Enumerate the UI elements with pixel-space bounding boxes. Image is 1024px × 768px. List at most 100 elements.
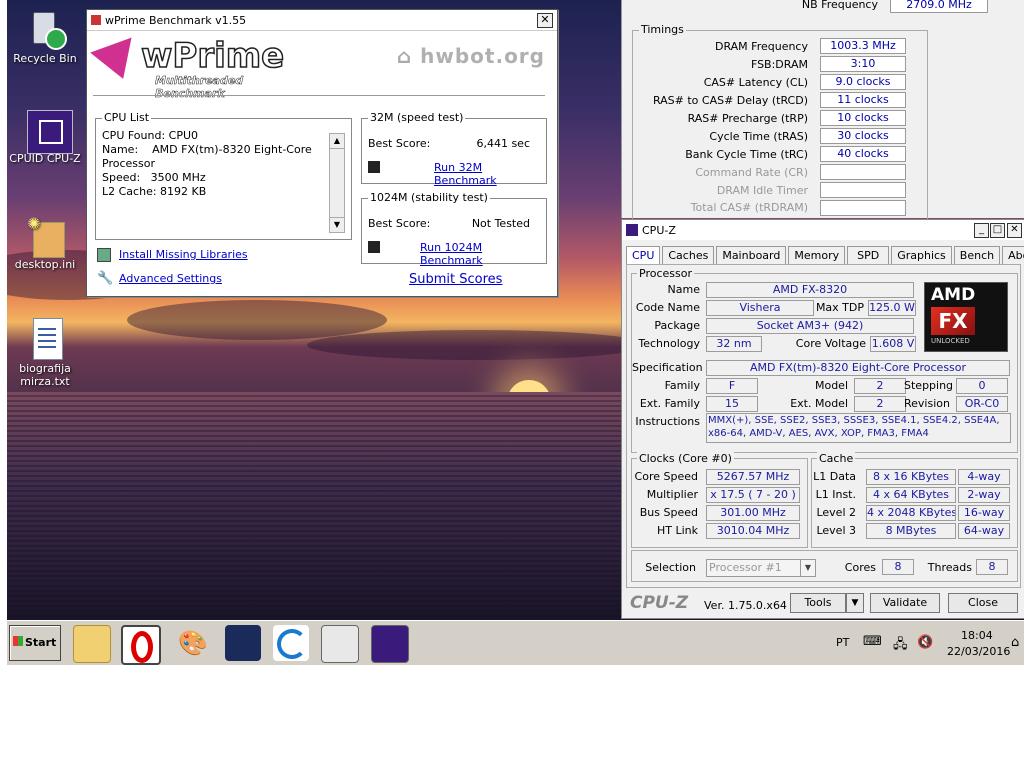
wprime-taskbar-icon[interactable] xyxy=(321,625,359,663)
revision-field: OR-C0 xyxy=(956,396,1008,412)
validate-button-label: Validate xyxy=(882,596,928,609)
name-label: Name xyxy=(667,283,700,296)
timing-label: RAS# to CAS# Delay (tRCD) xyxy=(652,94,808,107)
tab-memory[interactable]: Memory xyxy=(788,246,846,264)
threads-label: Threads xyxy=(927,561,972,574)
minimize-icon[interactable]: _ xyxy=(974,223,989,238)
equalizer-icon[interactable] xyxy=(225,625,261,661)
l1-inst-label: L1 Inst. xyxy=(815,488,856,501)
timing-label: Bank Cycle Time (tRC) xyxy=(685,148,808,161)
wprime-title: wPrime Benchmark v1.55 xyxy=(105,13,247,27)
timing-value xyxy=(820,164,906,180)
tdp-label: Max TDP xyxy=(815,301,864,314)
tab-spd[interactable]: SPD xyxy=(847,246,890,264)
cloud-shape xyxy=(307,330,647,360)
clock-time[interactable]: 18:04 xyxy=(961,629,993,642)
scroll-down-icon[interactable]: ▼ xyxy=(330,217,344,232)
clock-date[interactable]: 22/03/2016 xyxy=(947,645,1010,658)
cloud-shape xyxy=(127,300,387,340)
scroll-up-icon[interactable]: ▲ xyxy=(330,134,344,149)
clocks-label: Clocks (Core #0) xyxy=(637,452,734,465)
cores-field: 8 xyxy=(882,559,914,575)
tab-cpu[interactable]: CPU xyxy=(626,246,661,264)
family-field: F xyxy=(706,378,758,394)
desktop-icon-cpuz[interactable]: CPUID CPU-Z xyxy=(5,108,85,165)
hwbot-text: hwbot.org xyxy=(420,44,545,68)
instructions-field: MMX(+), SSE, SSE2, SSE3, SSSE3, SSE4.1, … xyxy=(706,413,1011,443)
processor-select-value: Processor #1 xyxy=(709,561,782,574)
cpu-list-label: CPU List xyxy=(102,111,152,124)
timing-value: 10 clocks xyxy=(820,110,906,126)
tools-dropdown-icon[interactable]: ▼ xyxy=(846,593,864,613)
wprime-logo: wPrime Multithreaded Benchmark xyxy=(90,35,315,100)
l3-way: 64-way xyxy=(958,523,1010,539)
voltage-label: Core Voltage xyxy=(795,337,866,350)
cpu-name-field: AMD FX-8320 xyxy=(706,282,914,298)
submit-scores-link[interactable]: Submit Scores xyxy=(409,272,502,287)
desktop-icon-label: desktop.ini xyxy=(14,258,76,271)
file-explorer-icon[interactable] xyxy=(73,625,111,663)
tab-bench[interactable]: Bench xyxy=(953,246,1001,264)
amd-logo-text: AMD xyxy=(931,285,976,305)
speed-test-group: 32M (speed test) Best Score: 6,441 sec R… xyxy=(361,111,547,187)
close-button[interactable]: Close xyxy=(948,593,1018,613)
cpu-list-scrollbar[interactable]: ▲ ▼ xyxy=(329,133,345,233)
keyboard-icon[interactable]: ⌨ xyxy=(863,634,882,649)
opera-browser-icon[interactable] xyxy=(121,625,161,665)
cpuz-title: CPU-Z xyxy=(642,223,676,237)
show-desktop-icon[interactable]: ⌂ xyxy=(1011,635,1019,650)
desktop-icon-text-file[interactable]: biografija mirza.txt xyxy=(5,318,85,388)
voltage-field: 1.608 V xyxy=(870,336,916,352)
cpuz-taskbar-icon[interactable] xyxy=(371,625,409,663)
validate-button[interactable]: Validate xyxy=(870,593,940,613)
cpuz-titlebar: CPU-Z _ □ ✕ xyxy=(622,220,1024,240)
l3-label: Level 3 xyxy=(816,524,856,537)
desktop-icon-desktop-ini[interactable]: ✺ desktop.ini xyxy=(5,214,85,271)
l2-way: 16-way xyxy=(958,505,1010,521)
ht-link-label: HT Link xyxy=(656,524,698,537)
stepping-label: Stepping xyxy=(904,379,954,392)
run-1024m-link[interactable]: Run 1024M Benchmark xyxy=(420,241,546,267)
tab-about[interactable]: About xyxy=(1002,246,1024,264)
volume-muted-icon[interactable]: 🔇 xyxy=(917,635,933,650)
timing-value xyxy=(820,182,906,198)
timing-label: Cycle Time (tRAS) xyxy=(709,130,808,143)
close-icon[interactable]: ✕ xyxy=(537,13,553,28)
advanced-settings-link[interactable]: Advanced Settings xyxy=(119,272,222,285)
timing-value: 9.0 clocks xyxy=(820,74,906,90)
speed-test-label: 32M (speed test) xyxy=(368,111,466,124)
settings-file-icon: ✺ xyxy=(25,214,65,258)
language-indicator[interactable]: PT xyxy=(836,636,849,649)
cpu-list-text: CPU Found: CPU0 Name: AMD FX(tm)-8320 Ei… xyxy=(102,129,312,199)
timing-label: FSB:DRAM xyxy=(750,58,808,71)
desktop-icon-recycle-bin[interactable]: Recycle Bin xyxy=(5,8,85,65)
desktop-icon-label: Recycle Bin xyxy=(13,52,77,65)
refresh-app-icon[interactable] xyxy=(273,625,309,661)
close-icon[interactable]: ✕ xyxy=(1007,223,1022,238)
tab-graphics[interactable]: Graphics xyxy=(891,246,952,264)
processor-label: Processor xyxy=(637,267,694,280)
refresh-ring xyxy=(277,629,307,659)
text-file-icon xyxy=(25,318,65,360)
ext-family-field: 15 xyxy=(706,396,758,412)
tab-caches[interactable]: Caches xyxy=(662,246,715,264)
core-speed-label: Core Speed xyxy=(634,470,698,483)
maximize-icon[interactable]: □ xyxy=(990,223,1005,238)
package-field: Socket AM3+ (942) xyxy=(706,318,914,334)
paint-palette-icon[interactable]: 🎨 xyxy=(175,625,211,661)
run-32m-link[interactable]: Run 32M Benchmark xyxy=(434,161,546,187)
start-button[interactable]: Start xyxy=(9,625,61,661)
l2-label: Level 2 xyxy=(816,506,856,519)
ext-model-label: Ext. Model xyxy=(790,397,848,410)
taskbar: Start 🎨 PT ⌨ 🖧 🔇 18:04 22/03/2016 ⌂ xyxy=(7,620,1024,665)
cache-label: Cache xyxy=(817,452,856,465)
chevron-down-icon[interactable]: ▼ xyxy=(800,560,815,576)
processor-select[interactable]: Processor #1 ▼ xyxy=(706,559,816,577)
network-icon[interactable]: 🖧 xyxy=(893,635,908,657)
speed-best-label: Best Score: xyxy=(368,137,431,150)
install-libraries-link[interactable]: Install Missing Libraries xyxy=(119,248,248,261)
tools-button[interactable]: Tools xyxy=(790,593,846,613)
tab-mainboard[interactable]: Mainboard xyxy=(716,246,787,264)
nb-frequency-label: NB Frequency xyxy=(801,0,878,11)
timings-label: Timings xyxy=(639,23,686,36)
